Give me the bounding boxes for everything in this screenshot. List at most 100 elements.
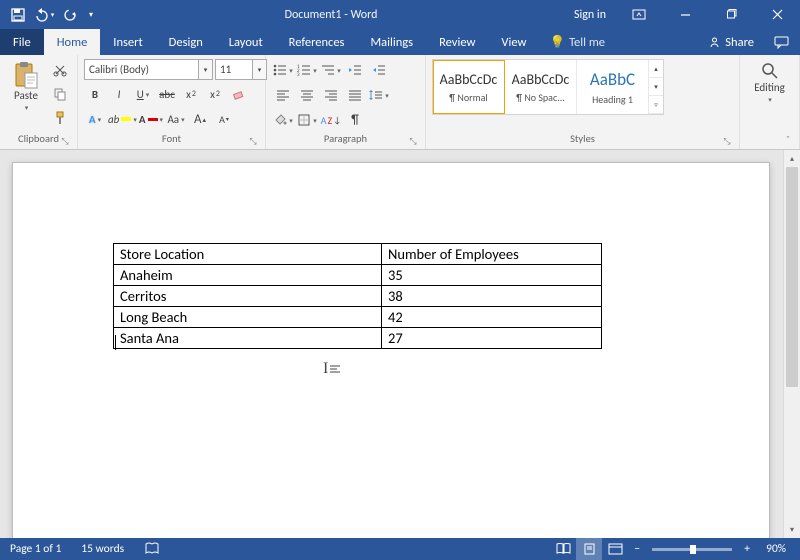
underline-button[interactable]: U▾ [132,83,154,105]
bullets-icon [273,64,287,76]
change-case-button[interactable]: Aa▾ [165,108,187,130]
italic-button[interactable]: I [108,83,130,105]
font-size-dropdown[interactable]: ▾ [253,59,267,80]
paragraph-launcher[interactable]: ⤡ [407,136,419,148]
clear-formatting-button[interactable] [228,83,250,105]
proofing-status[interactable] [134,542,170,556]
font-color-button[interactable]: A▾ [139,108,163,130]
scroll-thumb[interactable] [786,167,798,387]
status-bar: Page 1 of 1 15 words − + 90% [0,538,800,560]
table-header-cell[interactable]: Number of Employees [382,244,602,265]
document-area: Store Location Number of Employees Anahe… [0,150,800,538]
font-name-dropdown[interactable]: ▾ [199,59,213,80]
multilevel-list-button[interactable]: ▾ [320,59,342,81]
zoom-out-button[interactable]: − [628,538,646,560]
strikethrough-button[interactable]: abc [156,83,178,105]
styles-launcher[interactable]: ⤡ [721,136,733,148]
tab-home[interactable]: Home [44,29,101,55]
tab-design[interactable]: Design [156,29,216,55]
multilevel-icon [321,64,335,76]
decrease-indent-button[interactable] [344,59,366,81]
tab-view[interactable]: View [488,29,539,55]
save-button[interactable] [6,3,30,27]
share-button[interactable]: Share [698,29,764,55]
vertical-scrollbar[interactable]: ▴ ▾ [783,150,800,538]
justify-button[interactable] [344,84,366,106]
font-name-input[interactable]: Calibri (Body) [84,59,199,80]
page-number-status[interactable]: Page 1 of 1 [0,542,71,556]
tell-me-search[interactable]: 💡Tell me [539,29,615,55]
cut-button[interactable] [49,59,71,81]
text-effects-button[interactable]: A▾ [84,108,106,130]
table-header-cell[interactable]: Store Location [114,244,382,265]
eraser-icon [232,87,246,101]
bullets-button[interactable]: ▾ [272,59,294,81]
numbering-icon: 123 [297,64,311,76]
collapse-ribbon-button[interactable]: ˇ [780,131,796,147]
editing-menu-button[interactable]: Editing ▾ [746,59,793,104]
text-cursor [115,335,116,350]
superscript-button[interactable]: x2 [204,83,226,105]
find-icon [760,61,780,81]
scroll-down-button[interactable]: ▾ [784,521,800,538]
style-heading-1[interactable]: AaBbCHeading 1 [577,60,649,114]
styles-gallery[interactable]: AaBbCcDc¶ Normal AaBbCcDc¶ No Spac... Aa… [432,59,664,115]
font-launcher[interactable]: ⤡ [247,136,259,148]
word-count-status[interactable]: 15 words [71,542,134,556]
shrink-font-button[interactable]: A▾ [213,108,235,130]
sort-button[interactable]: AZ↓ [320,109,342,131]
borders-button[interactable]: ▾ [296,109,318,131]
align-center-button[interactable] [296,84,318,106]
line-spacing-button[interactable]: ▾ [368,84,390,106]
styles-expand[interactable]: ▿ [649,96,663,114]
subscript-button[interactable]: x2 [180,83,202,105]
document-page[interactable]: Store Location Number of Employees Anahe… [12,162,770,538]
highlight-button[interactable]: ab▾ [108,108,137,130]
web-layout-icon [608,543,623,555]
table-row: Cerritos38 [114,286,602,307]
minimize-button[interactable] [662,0,708,29]
clipboard-launcher[interactable]: ⤡ [59,136,71,148]
copy-icon [53,87,67,101]
comments-button[interactable] [764,29,800,55]
styles-scroll-up[interactable]: ▴ [649,60,663,78]
ribbon-display-options-button[interactable] [616,0,662,29]
qat-customize-button[interactable]: ▾ [84,3,98,27]
tab-references[interactable]: References [276,29,358,55]
table-row: Santa Ana27 [114,328,602,349]
document-table[interactable]: Store Location Number of Employees Anahe… [113,243,602,349]
paste-button[interactable]: Paste ▾ [6,59,46,112]
tab-insert[interactable]: Insert [100,29,155,55]
zoom-in-button[interactable]: + [738,538,756,560]
show-marks-button[interactable]: ¶ [344,109,366,131]
scroll-up-button[interactable]: ▴ [784,150,800,167]
numbering-button[interactable]: 123▾ [296,59,318,81]
style-no-spacing[interactable]: AaBbCcDc¶ No Spac... [505,60,577,114]
tab-mailings[interactable]: Mailings [357,29,426,55]
web-layout-button[interactable] [602,538,628,560]
print-layout-button[interactable] [576,538,602,560]
format-painter-button[interactable] [49,107,71,129]
styles-scroll-down[interactable]: ▾ [649,78,663,96]
zoom-slider[interactable] [652,548,732,551]
zoom-slider-thumb[interactable] [690,545,696,554]
grow-font-button[interactable]: A▴ [189,108,211,130]
style-normal[interactable]: AaBbCcDc¶ Normal [433,60,505,114]
undo-button[interactable]: ▾ [32,3,56,27]
increase-indent-button[interactable] [368,59,390,81]
redo-button[interactable] [58,3,82,27]
zoom-level[interactable]: 90% [756,542,800,556]
close-button[interactable] [754,0,800,29]
align-right-button[interactable] [320,84,342,106]
maximize-button[interactable] [708,0,754,29]
tab-file[interactable]: File [0,29,44,55]
font-size-input[interactable]: 11 [215,59,253,80]
bold-button[interactable]: B [84,83,106,105]
copy-button[interactable] [49,83,71,105]
align-left-button[interactable] [272,84,294,106]
tab-review[interactable]: Review [426,29,488,55]
shading-button[interactable]: ▾ [272,109,294,131]
sign-in-button[interactable]: Sign in [564,8,616,22]
tab-layout[interactable]: Layout [216,29,276,55]
read-mode-button[interactable] [550,538,576,560]
